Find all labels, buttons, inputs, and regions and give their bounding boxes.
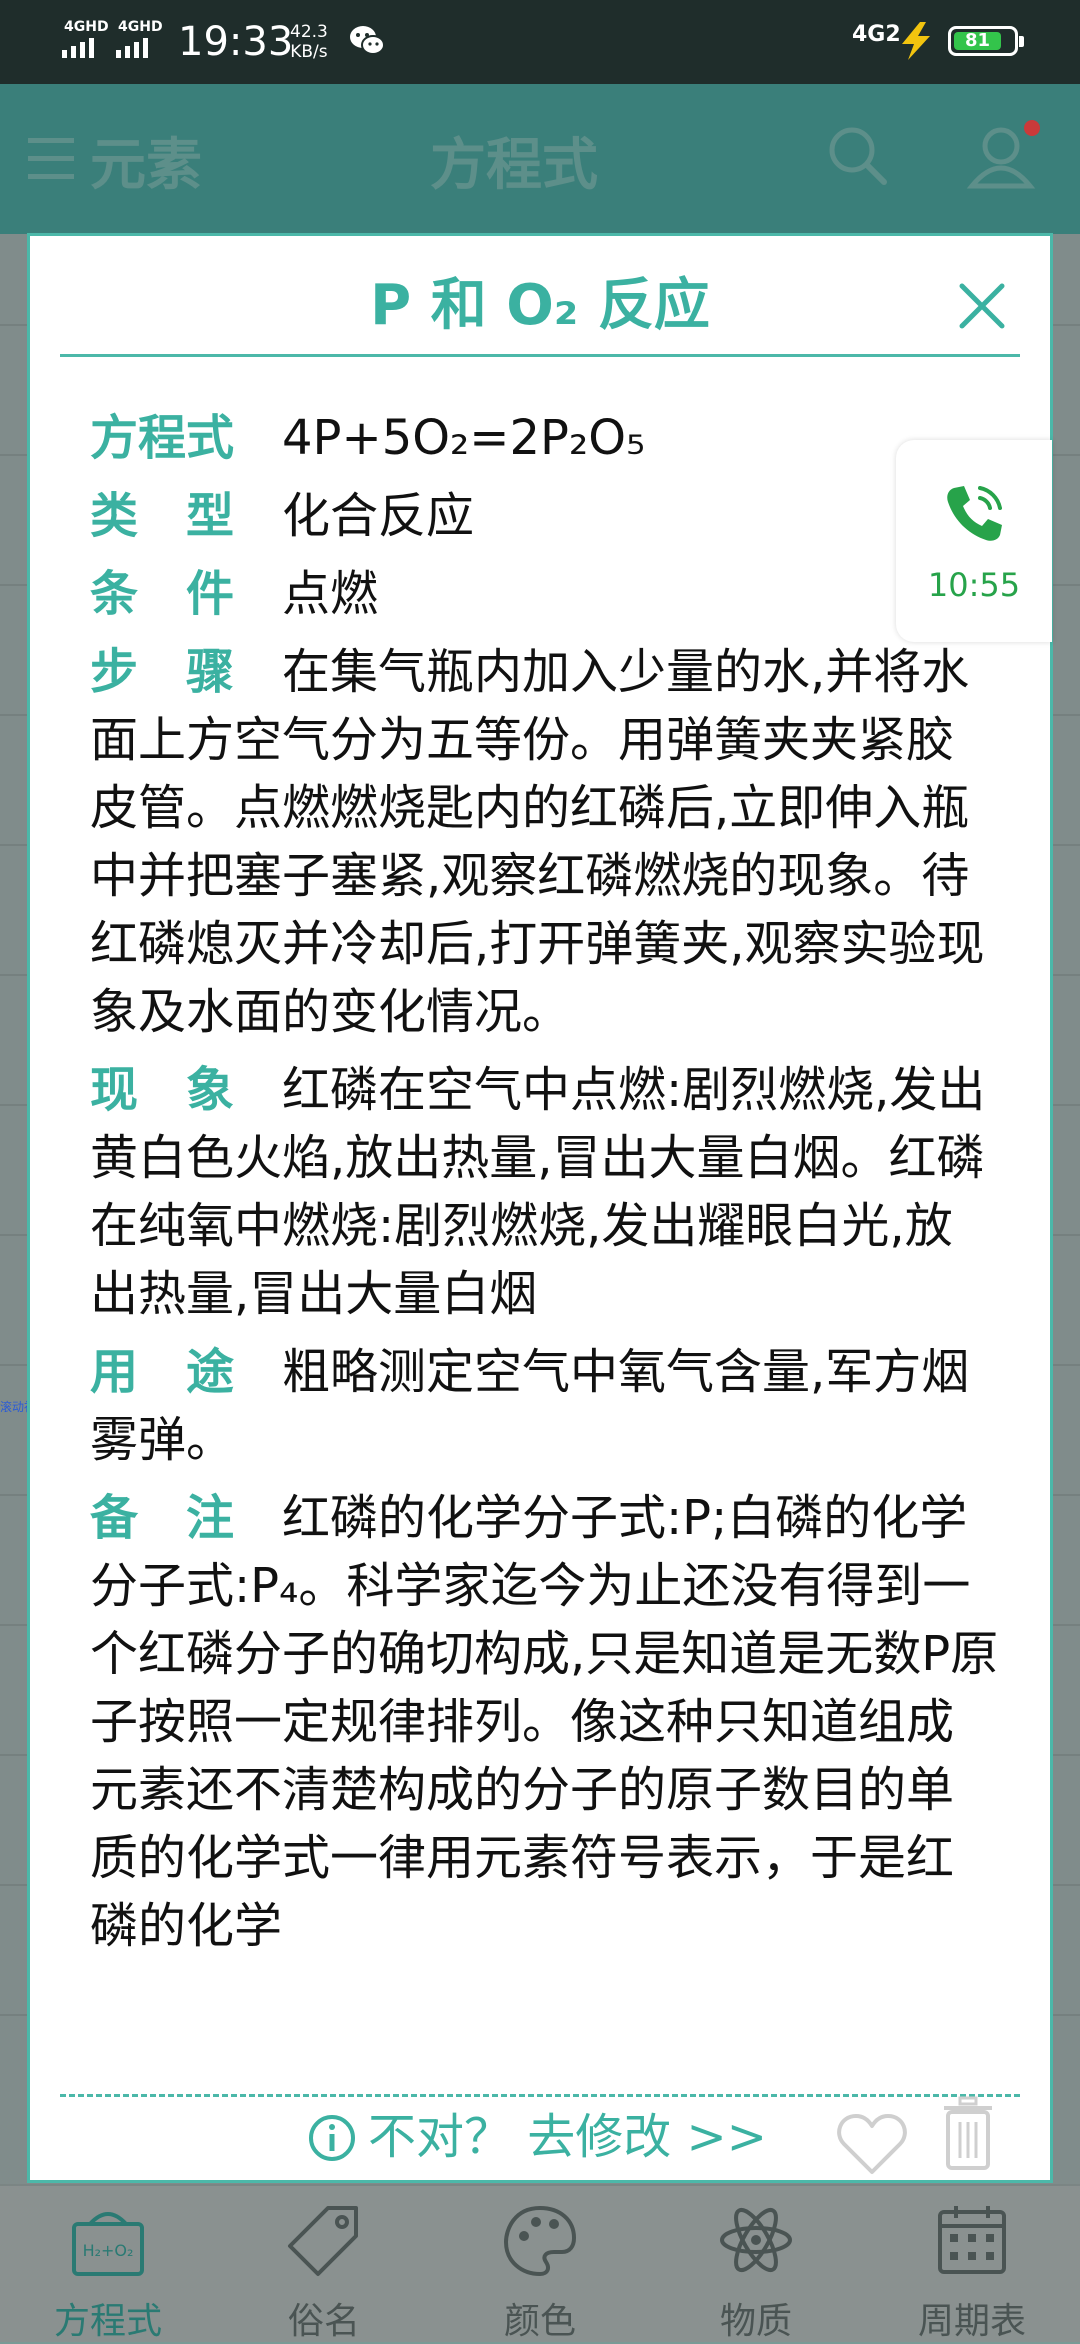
type-value: 化合反应 — [282, 488, 475, 544]
signal-label-2: 4GHD — [118, 19, 163, 35]
charging-bolt-icon — [902, 22, 930, 60]
entry-notes: 备 注红磷的化学分子式:P;白磷的化学分子式:P₄。科学家迄今为止还没有得到一个… — [90, 1490, 999, 1954]
flask-icon: H₂+O₂ — [72, 2212, 144, 2276]
condition-value: 点燃 — [282, 566, 379, 622]
search-icon[interactable] — [826, 124, 888, 186]
report-error-link[interactable]: 不对？ 去修改 >> — [368, 2102, 767, 2172]
phone-icon — [947, 486, 1002, 541]
footer-divider — [60, 2094, 1020, 2097]
svg-text:H₂+O₂: H₂+O₂ — [83, 2241, 134, 2260]
entry-type: 类 型化合反应 — [90, 488, 475, 544]
network-label: 4G2 — [852, 22, 901, 47]
nav-item-substances[interactable]: 物质 — [648, 2186, 864, 2342]
title-divider — [60, 354, 1020, 357]
signal-bars-1-icon — [62, 36, 106, 58]
heart-icon[interactable] — [836, 2112, 908, 2176]
entry-phenomenon: 现 象红磷在空气中点燃:剧烈燃烧,发出黄白色火焰,放出热量,冒出大量白烟。红磷在… — [90, 1062, 986, 1322]
dialog-title: P 和 O₂ 反应 — [370, 273, 710, 338]
call-duration: 10:55 — [927, 566, 1021, 604]
entry-equation: 方程式 4P+5O₂=2P₂O₅ — [90, 410, 646, 466]
calendar-grid-icon — [938, 2206, 1006, 2274]
equation-value: 4P+5O₂=2P₂O₅ — [282, 410, 646, 466]
notes-value: 红磷的化学分子式:P;白磷的化学分子式:P₄。科学家迄今为止还没有得到一个红磷分… — [90, 1490, 999, 1954]
palette-icon — [503, 2205, 577, 2277]
nav-item-equations[interactable]: H₂+O₂ 方程式 — [0, 2186, 216, 2342]
menu-icon[interactable] — [28, 138, 76, 180]
nav-item-periodic-table[interactable]: 周期表 — [864, 2186, 1080, 2342]
call-bubble[interactable]: 10:55 — [896, 440, 1052, 642]
entry-condition: 条 件点燃 — [90, 566, 379, 622]
close-icon[interactable] — [954, 278, 1010, 334]
atom-icon — [720, 2207, 792, 2273]
elements-tab[interactable]: 元素 — [90, 120, 202, 201]
bottom-nav: H₂+O₂ 方程式 俗名 颜色 物质 周期表 — [0, 2184, 1080, 2342]
entry-usage: 用 途粗略测定空气中氧气含量,军方烟雾弹。 — [90, 1344, 970, 1468]
battery-level: 81 — [954, 32, 1001, 50]
signal-label-1: 4GHD — [64, 19, 109, 35]
notification-dot — [1024, 120, 1040, 136]
entry-steps: 步 骤在集气瓶内加入少量的水,并将水面上方空气分为五等份。用弹簧夹夹紧胶皮管。点… — [90, 644, 985, 1040]
wechat-icon — [350, 26, 385, 55]
network-rate: 42.3 KB/s — [290, 22, 328, 62]
trash-icon[interactable] — [942, 2096, 994, 2172]
reaction-details[interactable]: 方程式 4P+5O₂=2P₂O₅ 类 型化合反应 条 件点燃 步 骤在集气瓶内加入… — [90, 404, 1000, 2094]
nav-item-colors[interactable]: 颜色 — [432, 2186, 648, 2342]
battery-icon: 81 — [948, 26, 1024, 56]
signal-bars-2-icon — [116, 36, 160, 58]
nav-item-common-names[interactable]: 俗名 — [216, 2186, 432, 2342]
page-title: 方程式 — [430, 133, 598, 198]
tag-icon — [288, 2206, 358, 2276]
clock: 19:33 — [178, 19, 294, 65]
status-bar: 4GHD 4GHD 19:33 42.3 KB/s 4G2 81 — [0, 0, 1080, 84]
info-icon — [309, 2115, 355, 2161]
